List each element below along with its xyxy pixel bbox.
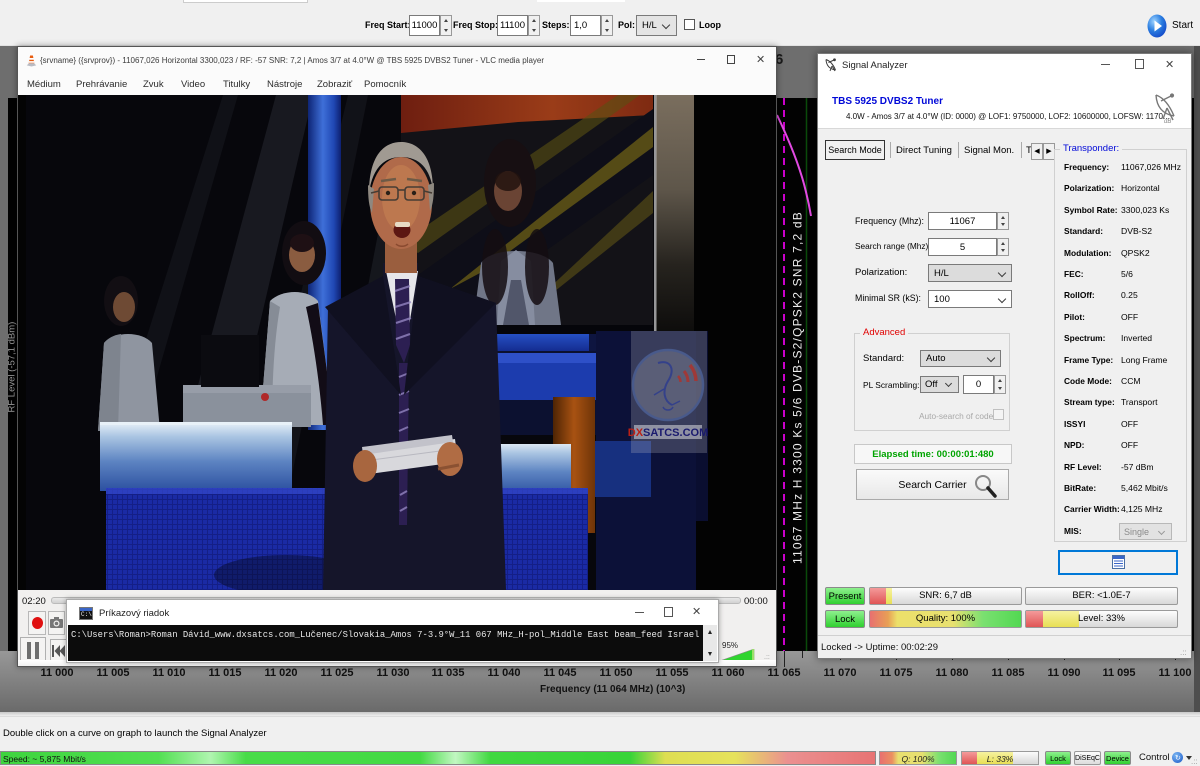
svg-text:DXSATCS.COM: DXSATCS.COM xyxy=(628,427,708,439)
svg-text:dB: dB xyxy=(1164,119,1171,124)
